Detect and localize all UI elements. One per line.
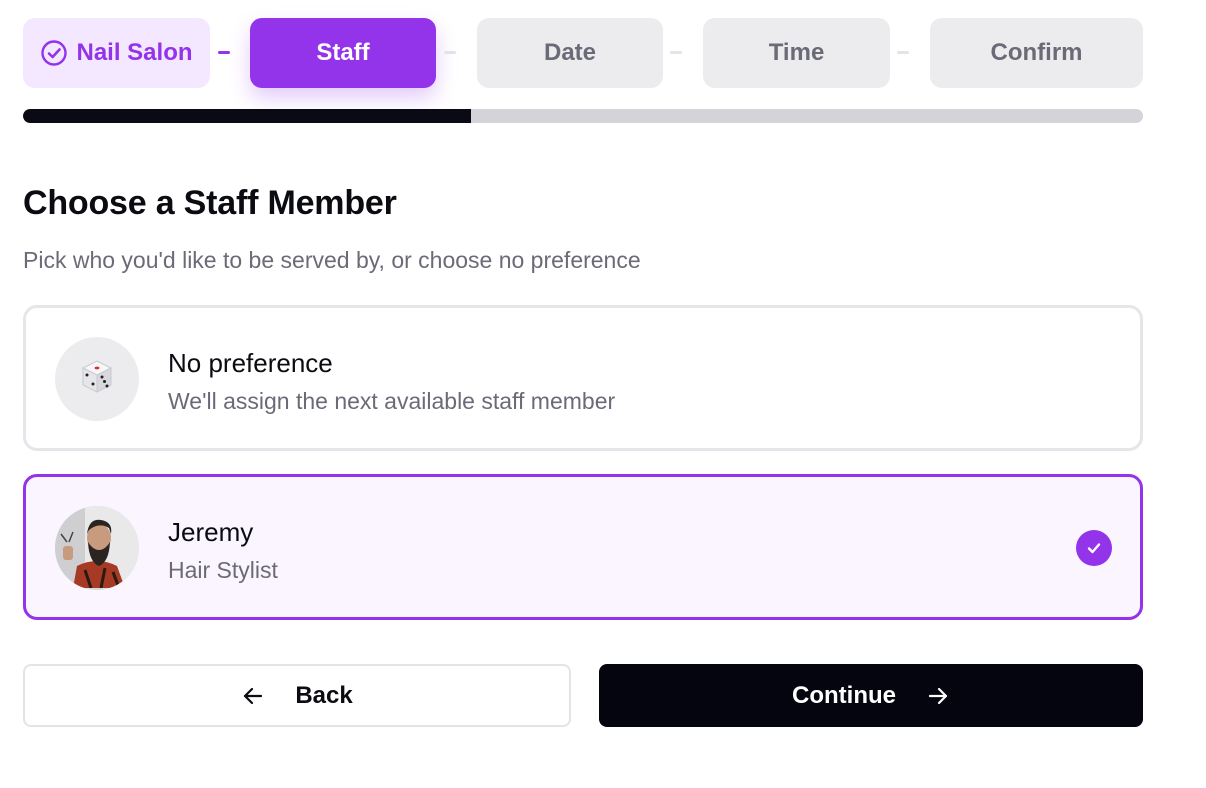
arrow-right-icon <box>926 684 950 708</box>
progress-fill <box>23 109 471 123</box>
step-time[interactable]: Time <box>703 18 890 88</box>
booking-stepper: Nail Salon Staff Date Time Confirm <box>23 18 1143 88</box>
dice-avatar <box>55 337 139 421</box>
selected-check-icon <box>1076 530 1112 566</box>
step-label: Date <box>543 39 597 66</box>
staff-option-no-preference[interactable]: No preference We'll assign the next avai… <box>23 305 1143 451</box>
option-name: Jeremy <box>168 517 254 547</box>
avatar <box>55 506 139 590</box>
dice-icon <box>77 357 117 402</box>
back-label: Back <box>295 681 353 709</box>
step-connector <box>897 51 909 54</box>
option-name: No preference <box>168 348 333 378</box>
step-label: Time <box>768 39 825 66</box>
step-date[interactable]: Date <box>477 18 663 88</box>
arrow-left-icon <box>241 684 265 708</box>
step-connector <box>670 51 682 54</box>
option-description: We'll assign the next available staff me… <box>168 388 616 414</box>
staff-photo <box>55 506 139 590</box>
progress-bar <box>23 109 1143 123</box>
check-circle-icon <box>40 39 68 67</box>
staff-option-jeremy[interactable]: Jeremy Hair Stylist <box>23 474 1143 620</box>
back-button[interactable]: Back <box>23 664 571 727</box>
step-staff[interactable]: Staff <box>250 18 436 88</box>
step-label: Nail Salon <box>76 39 193 66</box>
step-confirm[interactable]: Confirm <box>930 18 1143 88</box>
continue-label: Continue <box>792 681 896 709</box>
step-connector <box>444 51 456 54</box>
step-nail-salon[interactable]: Nail Salon <box>23 18 210 88</box>
page-subtitle: Pick who you'd like to be served by, or … <box>23 247 641 273</box>
option-description: Hair Stylist <box>168 557 278 583</box>
continue-button[interactable]: Continue <box>599 664 1143 727</box>
step-label: Confirm <box>990 39 1083 66</box>
page-title: Choose a Staff Member <box>23 184 397 222</box>
step-connector <box>218 51 230 54</box>
step-label: Staff <box>316 39 370 66</box>
